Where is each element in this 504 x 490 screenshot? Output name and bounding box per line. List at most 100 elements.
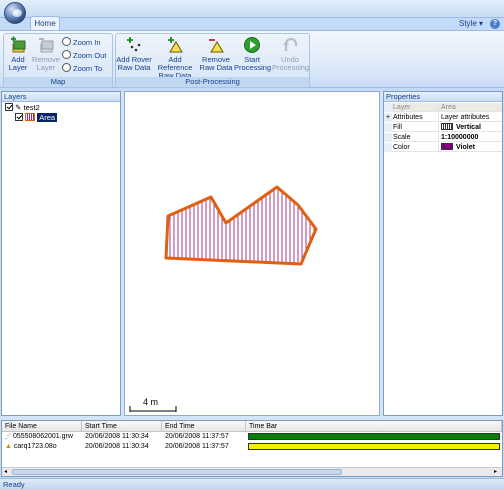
scale-label: 4 m (143, 397, 159, 407)
prop-color-value-cell[interactable]: Violet (438, 143, 498, 152)
undo-processing-label: Undo Processing (272, 55, 310, 72)
pencil-icon: ✎ (15, 103, 22, 112)
add-layer-label: Add Layer (8, 55, 28, 72)
vertical-hatch-swatch-icon (441, 123, 453, 130)
properties-header-row: Layer Area (384, 103, 502, 112)
end-time: 20/06/2008 11:37:57 (165, 433, 229, 440)
post-processing-group-label: Post-Processing (116, 77, 309, 87)
time-bar[interactable] (248, 433, 500, 440)
prop-gutter (384, 143, 392, 152)
add-reference-icon (166, 36, 184, 54)
prop-gutter (384, 133, 392, 142)
start-processing-button[interactable]: Start Processing (234, 36, 272, 77)
file-name: carq1723.08o (13, 443, 57, 450)
title-bar (0, 0, 504, 18)
scroll-right-arrow-icon[interactable]: ▸ (494, 468, 500, 476)
table-row[interactable]: ▲ carq1723.08o 20/06/2008 11:30:34 20/06… (2, 442, 502, 452)
end-time: 20/06/2008 11:37:57 (165, 443, 229, 450)
remove-layer-button[interactable]: Remove Layer (32, 36, 60, 77)
zoom-in-icon (62, 37, 71, 46)
ribbon-group-post-processing: Add Rover Raw Data Add Reference Raw Dat… (115, 33, 310, 88)
add-reference-raw-data-button[interactable]: Add Reference Raw Data (153, 36, 197, 80)
timetable-panel: File Name Start Time End Time Time Bar ⋰… (1, 420, 503, 477)
area-polygon[interactable] (164, 185, 318, 266)
time-bar[interactable] (248, 443, 500, 450)
add-rover-label: Add Rover Raw Data (116, 55, 152, 72)
scrollbar-thumb[interactable] (12, 469, 342, 475)
zoom-in-label: Zoom In (73, 38, 101, 47)
properties-panel: Properties Layer Area + Attributes Layer… (383, 91, 503, 416)
horizontal-scrollbar[interactable]: ◂ ▸ (2, 467, 502, 476)
prop-row-attributes[interactable]: + Attributes Layer attributes (384, 113, 502, 122)
table-row[interactable]: ⋰ 055508062001.grw 20/06/2008 11:30:34 2… (2, 432, 502, 442)
remove-layer-icon (37, 36, 55, 54)
undo-processing-button[interactable]: Undo Processing (272, 36, 310, 77)
prop-gutter (384, 123, 392, 132)
ribbon-group-map: Add Layer Remove Layer Zoom In Zoom Out … (3, 33, 113, 88)
layer-root-label: test2 (23, 103, 40, 112)
style-label: Style (459, 19, 477, 28)
add-layer-button[interactable]: Add Layer (6, 36, 30, 77)
scroll-left-arrow-icon[interactable]: ◂ (4, 468, 10, 476)
prop-attributes-value: Layer attributes (438, 113, 498, 122)
rover-dots-icon: ⋰ (5, 434, 11, 440)
prop-color-value: Violet (456, 144, 475, 151)
prop-fill-name: Fill (393, 124, 402, 131)
expand-icon[interactable]: + (384, 113, 392, 122)
column-header-time-bar[interactable]: Time Bar (246, 421, 502, 432)
column-header-start-time[interactable]: Start Time (82, 421, 162, 432)
layers-panel-title: Layers (2, 92, 120, 102)
zoom-out-icon (62, 50, 71, 59)
column-header-end-time[interactable]: End Time (162, 421, 246, 432)
zoom-to-fit-button[interactable]: Zoom To Fit (62, 63, 112, 85)
layer-tree-root[interactable]: ✎ test2 (2, 103, 120, 113)
start-processing-label: Start Processing (234, 55, 272, 72)
prop-row-scale[interactable]: Scale 1:10000000 (384, 133, 502, 142)
layer-area-checkbox[interactable] (15, 113, 23, 121)
prop-scale-value: 1:10000000 (438, 133, 498, 142)
orb-highlight-icon (12, 9, 22, 17)
zoom-to-fit-icon (62, 63, 71, 72)
map-group-label: Map (4, 77, 112, 87)
zoom-out-label: Zoom Out (73, 51, 107, 60)
status-bar: Ready (0, 478, 504, 490)
prop-header-name: Layer (393, 104, 411, 111)
application-menu-orb[interactable] (4, 2, 26, 24)
tab-home[interactable]: Home (30, 16, 60, 30)
rover-file-cell: ⋰ 055508062001.grw (2, 432, 82, 442)
prop-fill-value-cell[interactable]: Vertical (438, 123, 498, 132)
zoom-out-button[interactable]: Zoom Out (62, 50, 106, 62)
add-rover-icon (125, 36, 143, 54)
column-header-file-name[interactable]: File Name (2, 421, 82, 432)
remove-raw-data-label: Remove Raw Data (199, 55, 233, 72)
map-view[interactable]: 4 m (124, 91, 380, 416)
add-rover-raw-data-button[interactable]: Add Rover Raw Data (116, 36, 152, 77)
status-text: Ready (3, 480, 25, 489)
start-time: 20/06/2008 11:30:34 (85, 433, 149, 440)
remove-layer-label: Remove Layer (32, 55, 60, 72)
layer-root-checkbox[interactable] (5, 103, 13, 111)
warning-triangle-icon: ▲ (5, 443, 12, 450)
remove-raw-data-button[interactable]: Remove Raw Data (199, 36, 233, 77)
add-layer-icon (9, 36, 27, 54)
prop-row-color[interactable]: Color Violet (384, 143, 502, 152)
prop-fill-value: Vertical (456, 124, 481, 131)
undo-icon (281, 36, 299, 54)
prop-row-fill[interactable]: Fill Vertical (384, 123, 502, 132)
prop-header-value: Area (438, 103, 498, 112)
properties-panel-title: Properties (384, 92, 502, 102)
reference-file-cell: ▲ carq1723.08o (2, 442, 82, 452)
layer-area-label: Area (37, 113, 58, 122)
start-time: 20/06/2008 11:30:34 (85, 443, 149, 450)
area-layer-icon (25, 113, 36, 121)
style-menu[interactable]: Style ▾ (459, 18, 483, 30)
layer-tree-area[interactable]: Area (2, 113, 120, 123)
zoom-in-button[interactable]: Zoom In (62, 37, 101, 49)
play-icon (243, 36, 261, 54)
ribbon: Add Layer Remove Layer Zoom In Zoom Out … (0, 30, 504, 88)
help-icon[interactable]: ? (490, 19, 500, 29)
prop-gutter (384, 103, 392, 112)
remove-raw-data-icon (207, 36, 225, 54)
prop-attributes-name: Attributes (393, 114, 423, 121)
map-canvas[interactable] (125, 92, 379, 415)
